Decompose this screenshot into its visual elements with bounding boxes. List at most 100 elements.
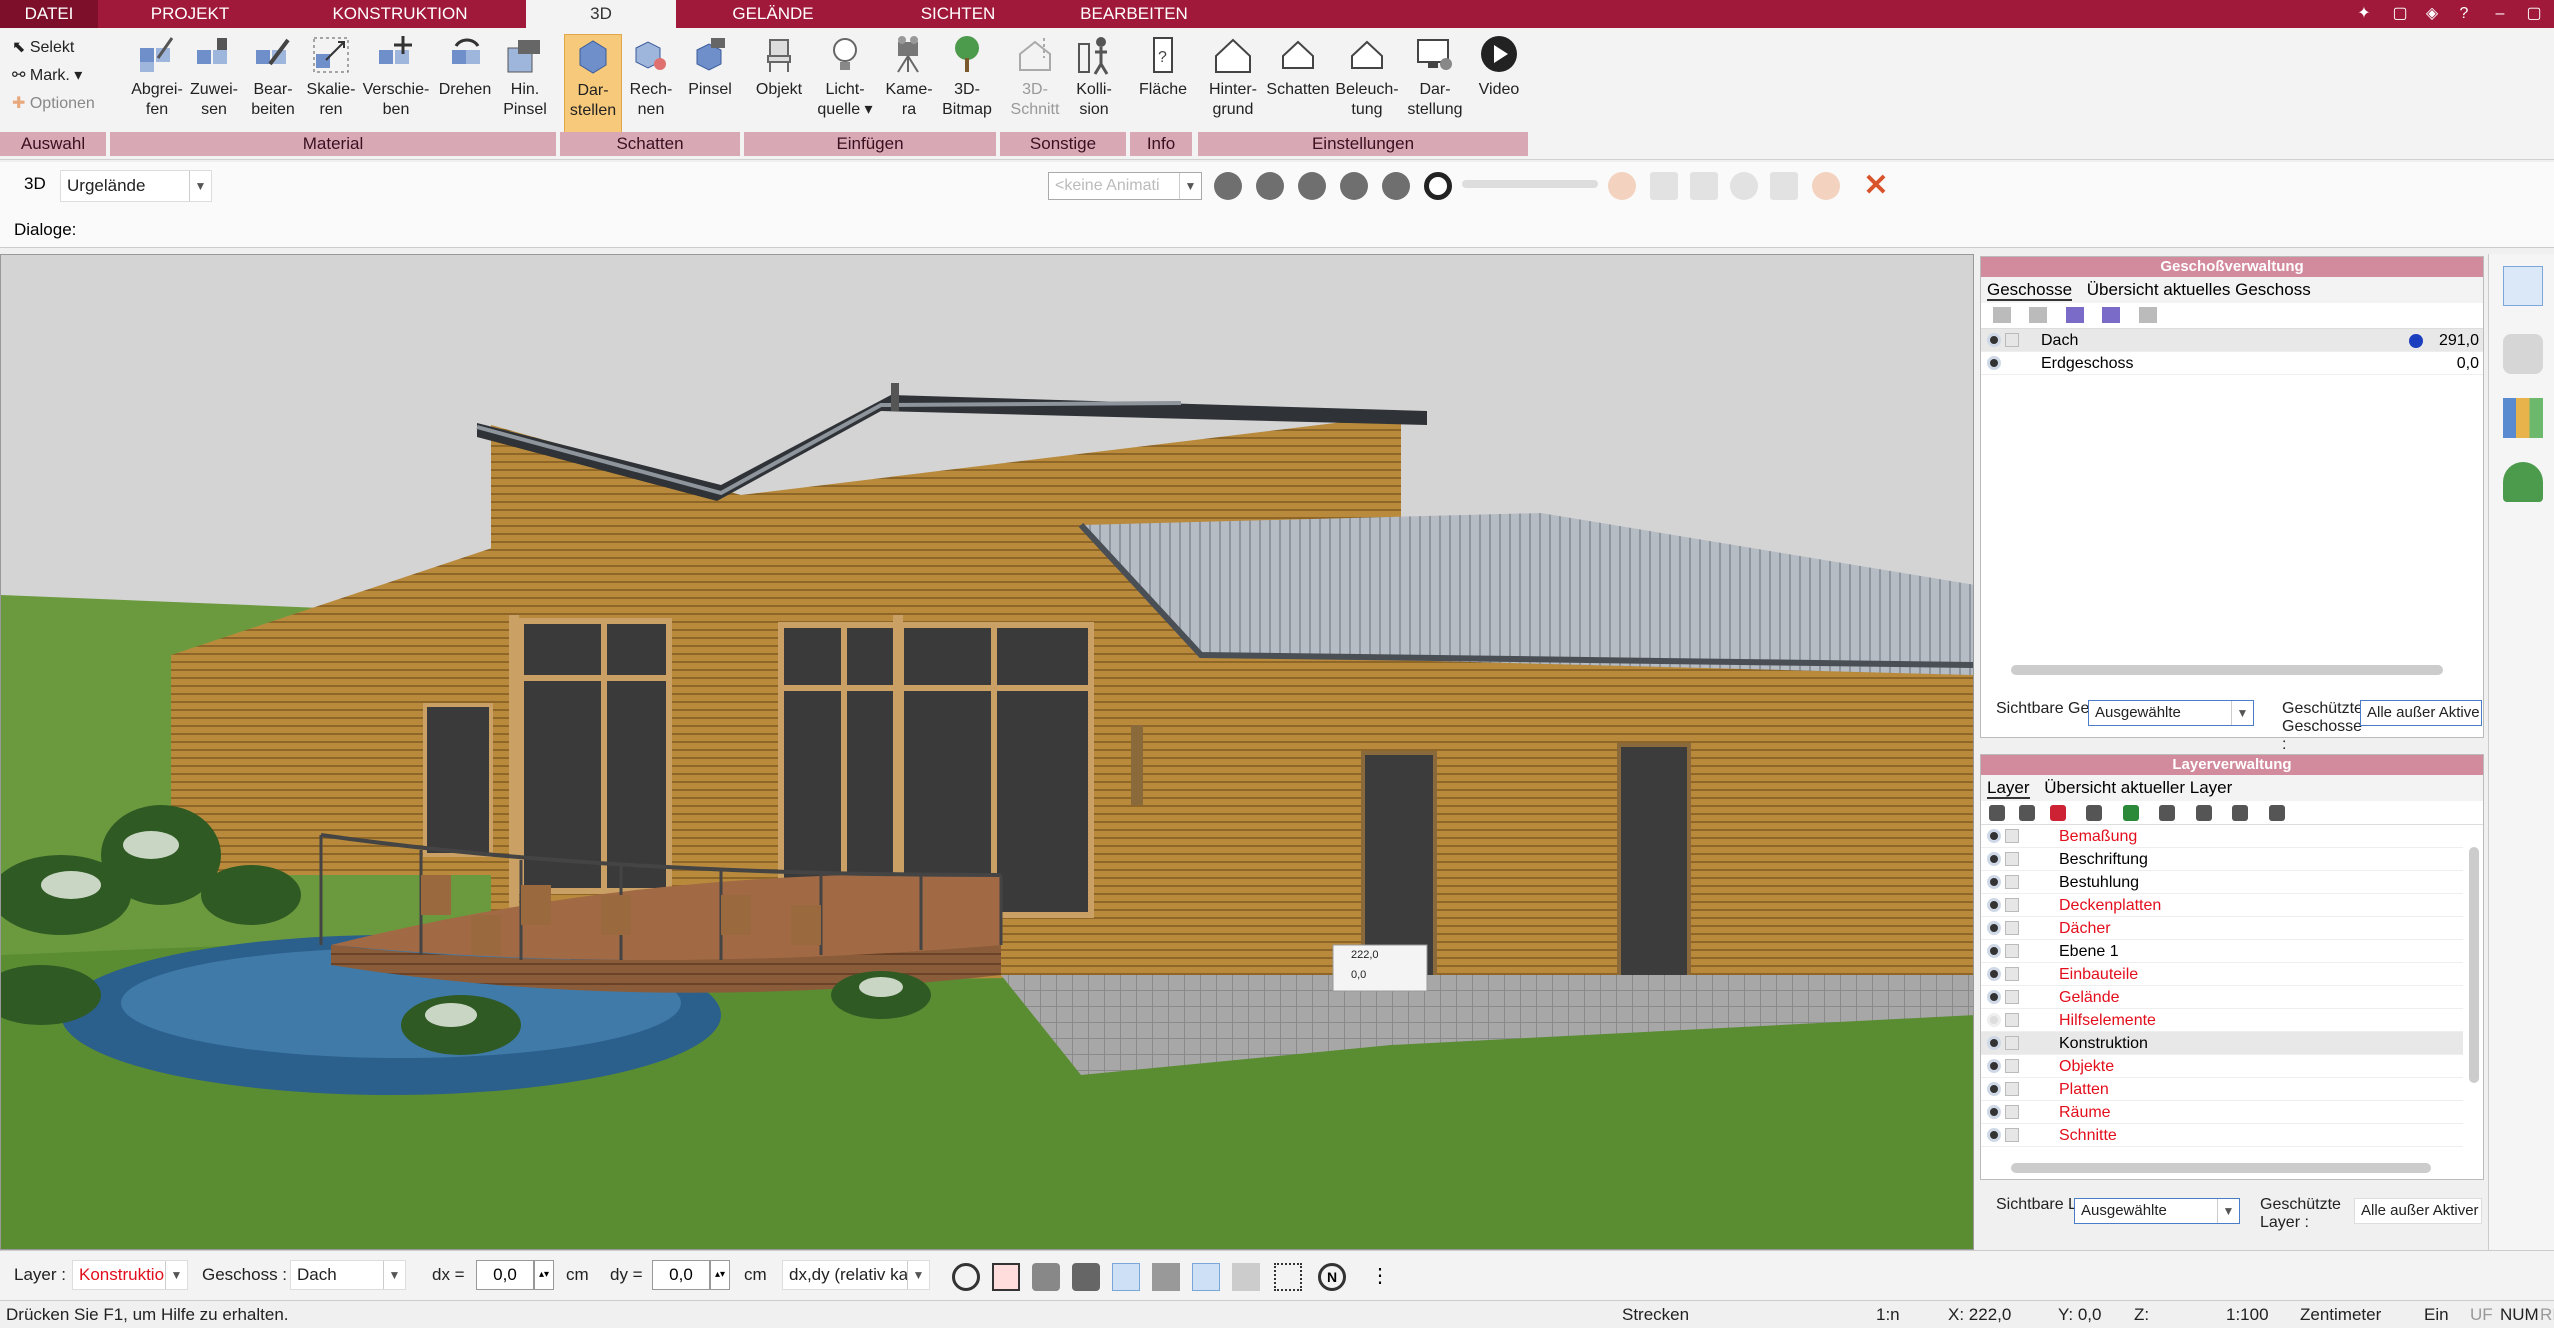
animation-slider[interactable] [1462,180,1598,188]
close-icon[interactable]: ✕ [1860,170,1892,202]
tab-sichten[interactable]: SICHTEN [890,0,1026,28]
eye-icon[interactable] [1987,1105,2001,1119]
animation-select[interactable]: <keine Animati ▼ [1048,172,1202,200]
clock-icon[interactable] [952,1263,980,1291]
layer-row[interactable]: Gelände [1981,986,2463,1009]
layer-row[interactable]: Räume [1981,1101,2463,1124]
lock-icon[interactable] [2005,1128,2019,1142]
kollision-button[interactable]: Kolli-sion [1066,34,1122,134]
3d-schnitt-button[interactable]: 3D- Schnitt [1004,34,1066,134]
lock-icon[interactable] [2005,852,2019,866]
geschoss-select[interactable]: Dach ▼ [290,1260,406,1290]
hintergrund-button[interactable]: Hinter-grund [1202,34,1264,134]
tab-layer[interactable]: Layer [1987,778,2030,799]
play-small-icon[interactable] [1298,172,1326,200]
layer-tool-icon[interactable] [2086,805,2103,821]
zuweisen-button[interactable]: Zuwei-sen [180,34,248,134]
layer-row[interactable]: Dächer [1981,917,2463,940]
coord-mode-select[interactable]: dx,dy (relativ ka ▼ [782,1260,930,1290]
tab-datei[interactable]: DATEI [0,0,98,28]
layer-row[interactable]: Konstruktion [1981,1032,2463,1055]
visible-layers-select[interactable]: Ausgewählte ▼ [2074,1198,2240,1224]
schatten-setting-button[interactable]: Schatten [1262,34,1334,134]
selekt-button[interactable]: ⬉ Selekt [12,34,74,62]
layer-row[interactable]: Beschriftung [1981,848,2463,871]
eye-icon[interactable] [1987,1013,2001,1027]
window-icon[interactable]: ▢ [2390,4,2410,24]
rewind-icon[interactable] [1256,172,1284,200]
tab-gelaende[interactable]: GELÄNDE [690,0,856,28]
drehen-button[interactable]: Drehen [432,34,498,134]
anim-record-icon[interactable] [1812,172,1840,200]
optionen-button[interactable]: ✚ Optionen [12,90,95,118]
floor-row[interactable]: Dach 291,0 [1981,329,2483,352]
eye-icon[interactable] [1987,852,2001,866]
lock-icon[interactable] [2005,1105,2019,1119]
wall-snap-icon[interactable] [1152,1263,1180,1291]
schatten-pinsel-button[interactable]: Pinsel [684,34,736,134]
eye-icon[interactable] [1987,1128,2001,1142]
minimize-icon[interactable]: – [2490,4,2510,24]
skalieren-button[interactable]: Skalie-ren [298,34,364,134]
layer-select[interactable]: Konstruktio ▼ [72,1260,188,1290]
3d-bitmap-button[interactable]: 3D- Bitmap [934,34,1000,134]
tab-uebersicht-layer[interactable]: Übersicht aktueller Layer [2044,778,2232,797]
dy-input[interactable]: 0,0 [652,1260,710,1290]
layer-row[interactable]: Einbauteile [1981,963,2463,986]
eye-icon[interactable] [1987,967,2001,981]
video-button[interactable]: Video [1468,34,1530,134]
layer-tool-icon[interactable] [2159,805,2176,821]
rechnen-button[interactable]: Rech-nen [624,34,678,134]
eye-icon[interactable] [1987,990,2001,1004]
lichtquelle-button[interactable]: Licht-quelle ▾ [810,34,880,134]
tab-geschosse[interactable]: Geschosse [1987,280,2073,301]
roof-snap-icon[interactable] [1112,1263,1140,1291]
layer-tool-icon[interactable] [2268,805,2285,821]
eye-icon[interactable] [1987,1059,2001,1073]
skip-start-icon[interactable] [1214,172,1242,200]
layer-tool-icon[interactable] [2019,805,2036,821]
eye-icon[interactable] [1987,944,2001,958]
eye-icon[interactable] [1987,875,2001,889]
anim-fly-icon[interactable] [1690,172,1718,200]
chair-catalog-icon[interactable] [2503,334,2543,374]
darstellung-button[interactable]: Dar-stellung [1400,34,1470,134]
protected-layers-select[interactable]: Alle außer Aktiver [2354,1198,2482,1224]
forward-icon[interactable] [1340,172,1368,200]
terrain-select[interactable]: Urgelände ▼ [60,170,212,202]
3d-viewport[interactable]: 222,0 0,0 [0,254,1974,1250]
anim-export-icon[interactable] [1650,172,1678,200]
verschieben-button[interactable]: Verschie-ben [356,34,436,134]
kamera-button[interactable]: Kame-ra [876,34,942,134]
layer-row[interactable]: Hilfselemente [1981,1009,2463,1032]
layer-row[interactable]: Deckenplatten [1981,894,2463,917]
beleuchtung-button[interactable]: Beleuch-tung [1330,34,1404,134]
layer-scrollbar-vertical[interactable] [2469,847,2479,1083]
lock-icon[interactable] [2005,1059,2019,1073]
tab-uebersicht-geschoss[interactable]: Übersicht aktuelles Geschoss [2087,280,2311,299]
plane-snap-icon[interactable] [1192,1263,1220,1291]
screen-record-icon[interactable] [992,1263,1020,1291]
eye-icon[interactable] [1987,356,2001,370]
terrain-snap-icon[interactable] [1232,1263,1260,1291]
people-icon[interactable] [1032,1263,1060,1291]
help-icon[interactable]: ? [2454,4,2474,24]
floor-scrollbar[interactable] [2011,665,2443,675]
tab-konstruktion[interactable]: KONSTRUKTION [290,0,510,28]
tab-projekt[interactable]: PROJEKT [108,0,272,28]
eye-icon[interactable] [1987,1036,2001,1050]
darstellen-button[interactable]: Dar-stellen [564,34,622,134]
more-icon[interactable]: ⋮ [1370,1263,1390,1291]
lock-icon[interactable] [2005,1082,2019,1096]
north-icon[interactable]: N [1318,1263,1346,1291]
protected-floors-select[interactable]: Alle außer Aktive [2360,700,2482,726]
eye-icon[interactable] [1987,898,2001,912]
objekt-button[interactable]: Objekt [748,34,810,134]
floor-delete-icon[interactable] [2065,307,2084,323]
tree-catalog-icon[interactable] [2503,462,2543,502]
record-icon[interactable] [1424,172,1452,200]
lock-icon[interactable] [2005,1036,2019,1050]
layer-row[interactable]: Schnitte [1981,1124,2463,1147]
floor-copy-icon[interactable] [2102,307,2121,323]
dx-input[interactable]: 0,0 [476,1260,534,1290]
